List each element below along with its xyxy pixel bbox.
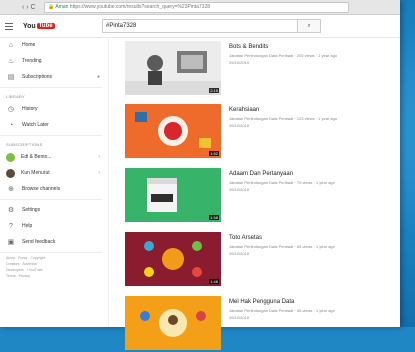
sidebar-item-trending[interactable]: ♨ Trending [0, 53, 108, 69]
sidebar-item-watch-later[interactable]: ◔ Watch Later [0, 117, 108, 133]
video-result[interactable]: Mel Hak Pengguna Data Jabatan Perlindung… [125, 296, 400, 352]
subscription-channel[interactable]: Edi & Bento... › [0, 149, 108, 165]
sidebar-item-subscriptions[interactable]: ▤ Subscriptions ● [0, 69, 108, 85]
search-button[interactable]: ⌕ [297, 19, 321, 33]
subscription-channel[interactable]: Kun Menurut › [0, 165, 108, 181]
video-meta: Jabatan Perlindungan Data Peribadi · 203… [229, 53, 338, 58]
chevron-icon: › [98, 154, 100, 160]
subscriptions-section-title: SUBSCRIPTIONS [6, 142, 43, 147]
divider [0, 135, 102, 136]
address-bar[interactable]: 🔒 Aman https://www.youtube.com/results?s… [44, 1, 349, 13]
url-text: https://www.youtube.com/results?search_q… [69, 3, 211, 10]
video-thumbnail[interactable] [125, 296, 221, 350]
library-section-title: LIBRARY [6, 94, 26, 99]
trending-icon: ♨ [7, 58, 15, 65]
video-result[interactable]: 1:48 Toto Arsetas Jabatan Perlindungan D… [125, 232, 400, 288]
video-title[interactable]: Bots & Bendits [229, 44, 268, 50]
video-thumbnail[interactable]: 1:48 [125, 232, 221, 286]
video-meta: Jabatan Perlindungan Data Peribadi · 55 … [229, 308, 335, 313]
video-thumbnail[interactable]: 1:52 [125, 104, 221, 158]
thumbnail-illustration [135, 112, 211, 148]
video-title[interactable]: Adaam Dan Pertanyaan [229, 171, 293, 177]
video-date: 29/10/2019 [229, 315, 250, 320]
video-result[interactable]: 1:58 Adaam Dan Pertanyaan Jabatan Perlin… [125, 168, 400, 224]
video-title[interactable]: Toto Arsetas [229, 235, 262, 241]
video-duration: 2:15 [209, 88, 219, 93]
video-meta: Jabatan Perlindungan Data Peribadi · 70 … [229, 180, 335, 185]
sidebar-item-home[interactable]: ⌂ Home [0, 37, 108, 53]
thumbnail-illustration [125, 51, 221, 95]
subscriptions-icon: ▤ [7, 74, 15, 81]
video-meta: Jabatan Perlindungan Data Peribadi · 123… [229, 116, 338, 121]
avatar [6, 152, 15, 162]
divider [0, 252, 102, 253]
video-thumbnail[interactable]: 2:15 [125, 41, 221, 95]
video-date: 29/10/2019 [229, 187, 250, 192]
video-thumbnail[interactable]: 1:58 [125, 168, 221, 222]
divider [0, 199, 102, 200]
video-date: 29/10/2019 [229, 60, 250, 65]
footer-links[interactable]: Terms · Privacy [0, 273, 108, 279]
history-icon: ◷ [7, 106, 15, 113]
youtube-header: You Tube #Pinta7328 ⌕ [0, 15, 400, 38]
chevron-down-icon: ● [96, 74, 100, 80]
video-result[interactable]: 1:52 Kerahsiaan Jabatan Perlindungan Dat… [125, 104, 400, 160]
thumbnail-illustration [147, 178, 177, 212]
help-icon: ? [9, 222, 13, 230]
chevron-icon: › [98, 170, 100, 176]
feedback-icon: ▣ [7, 239, 15, 246]
home-icon: ⌂ [8, 41, 14, 49]
video-duration: 1:58 [209, 215, 219, 220]
clock-icon: ◔ [8, 121, 14, 129]
search-input[interactable]: #Pinta7328 [102, 19, 301, 33]
avatar [6, 168, 15, 178]
video-duration: 1:48 [209, 279, 219, 284]
sidebar: ⌂ Home ♨ Trending ▤ Subscriptions ● LIBRARY … [0, 37, 109, 327]
video-date: 29/10/2019 [229, 251, 250, 256]
video-date: 29/10/2019 [229, 123, 250, 128]
sidebar-item-history[interactable]: ◷ History [0, 101, 108, 117]
youtube-logo[interactable]: You Tube [23, 23, 55, 30]
video-title[interactable]: Kerahsiaan [229, 107, 259, 113]
sidebar-item-send-feedback[interactable]: ▣ Send feedback [0, 234, 108, 250]
browser-nav-buttons[interactable]: ‹ › C [22, 4, 44, 11]
sidebar-item-help[interactable]: ? Help [0, 218, 108, 234]
gear-icon: ⚙ [7, 207, 15, 214]
video-duration: 1:52 [209, 151, 219, 156]
hamburger-menu-icon[interactable] [5, 22, 19, 30]
browser-toolbar: ‹ › C 🔒 Aman https://www.youtube.com/res… [0, 0, 400, 15]
sidebar-item-browse-channels[interactable]: ⊕ Browse channels [0, 181, 108, 197]
video-result[interactable]: 2:15 Bots & Bendits Jabatan Perlindungan… [125, 41, 400, 97]
video-meta: Jabatan Perlindungan Data Peribadi · 84 … [229, 244, 335, 249]
plus-circle-icon: ⊕ [8, 186, 14, 193]
sidebar-item-settings[interactable]: ⚙ Settings [0, 202, 108, 218]
secure-label: 🔒 Aman [48, 3, 69, 10]
thumbnail-illustration [144, 241, 202, 277]
thumbnail-illustration [140, 309, 206, 337]
divider [0, 87, 102, 88]
video-title[interactable]: Mel Hak Pengguna Data [229, 299, 294, 305]
browser-window: ‹ › C 🔒 Aman https://www.youtube.com/res… [0, 0, 400, 350]
